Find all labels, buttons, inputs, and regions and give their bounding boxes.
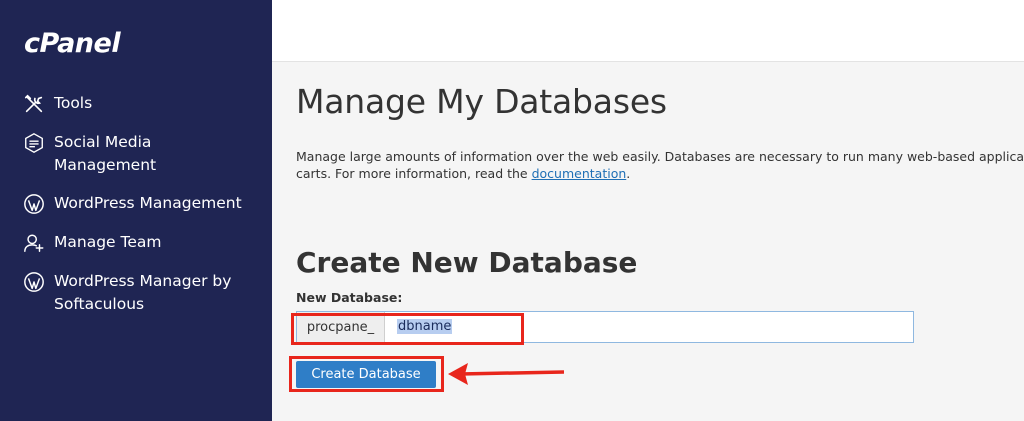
sidebar-item-tools[interactable]: Tools bbox=[22, 92, 262, 116]
wordpress-icon bbox=[22, 270, 46, 294]
new-database-input-group: procpane_ dbname bbox=[296, 311, 914, 343]
sidebar-item-wordpress-management[interactable]: WordPress Management bbox=[22, 192, 262, 216]
create-database-button[interactable]: Create Database bbox=[296, 361, 436, 388]
create-database-heading: Create New Database bbox=[296, 246, 638, 279]
documentation-link[interactable]: documentation bbox=[532, 166, 627, 181]
sidebar-item-manage-team[interactable]: Manage Team bbox=[22, 231, 262, 255]
sidebar-item-label: Tools bbox=[54, 94, 93, 112]
description-line: carts. For more information, read the do… bbox=[296, 165, 1024, 182]
page-title: Manage My Databases bbox=[296, 82, 667, 121]
sidebar-item-label: WordPress Management bbox=[54, 194, 242, 212]
tools-icon bbox=[22, 92, 46, 116]
sidebar-item-label: Manage Team bbox=[54, 233, 162, 251]
wordpress-icon bbox=[22, 192, 46, 216]
sidebar-item-social-media[interactable]: Social Media Management bbox=[22, 131, 262, 177]
description-line: Manage large amounts of information over… bbox=[296, 149, 1024, 164]
new-database-input[interactable] bbox=[385, 312, 913, 342]
description-text: . bbox=[626, 166, 631, 181]
database-name-value[interactable]: dbname bbox=[397, 319, 453, 334]
annotation-arrow bbox=[448, 363, 564, 385]
sidebar-item-wordpress-manager-softaculous[interactable]: WordPress Manager by Softaculous bbox=[22, 270, 262, 316]
description-text: carts. For more information, read the bbox=[296, 166, 532, 181]
new-database-label: New Database: bbox=[296, 290, 403, 305]
cpanel-logo[interactable]: cPanel bbox=[24, 28, 121, 59]
sidebar-item-label: Social Media Management bbox=[54, 133, 157, 174]
sidebar-item-label: WordPress Manager by Softaculous bbox=[54, 272, 232, 313]
team-icon bbox=[22, 231, 46, 255]
social-media-icon bbox=[22, 131, 46, 155]
database-prefix: procpane_ bbox=[297, 312, 385, 342]
sidebar: cPanel Tools Social Media Management Wor… bbox=[0, 0, 272, 421]
top-bar bbox=[272, 0, 1024, 62]
page-description: Manage large amounts of information over… bbox=[296, 148, 1024, 182]
sidebar-nav: Tools Social Media Management WordPress … bbox=[22, 92, 262, 331]
